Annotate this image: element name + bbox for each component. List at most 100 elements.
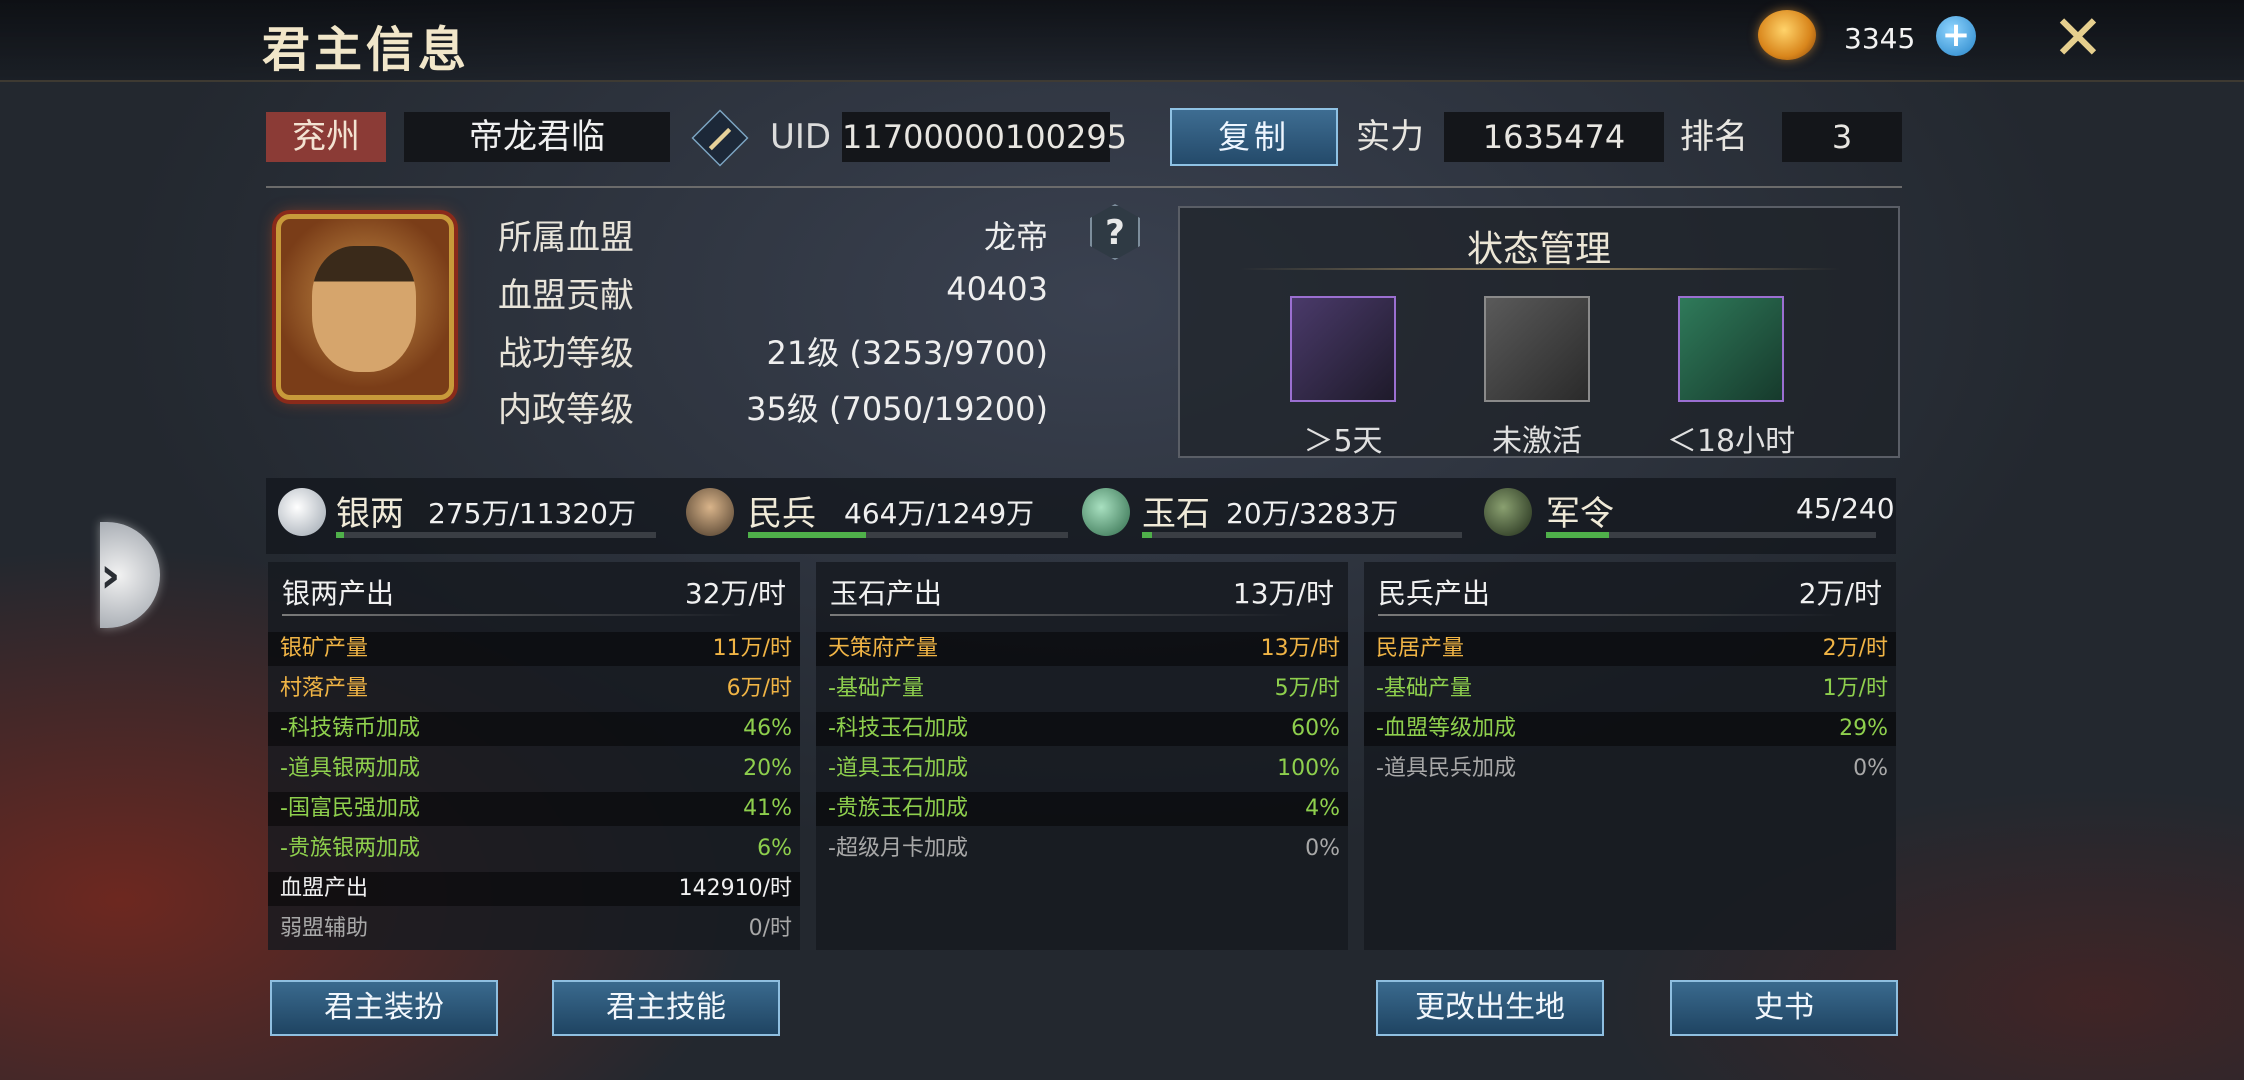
production-row-value: 4%	[1305, 796, 1340, 821]
production-row: -贵族玉石加成 4%	[816, 792, 1348, 826]
panel-divider	[282, 614, 742, 616]
change-birthplace-button[interactable]: 更改出生地	[1376, 980, 1604, 1036]
production-row-label: -道具银两加成	[280, 756, 420, 781]
close-button[interactable]: ✕	[2050, 7, 2106, 69]
alliance-label: 所属血盟	[498, 218, 634, 258]
power-label: 实力	[1356, 117, 1424, 157]
resource-bar: 银两 275万/11320万 民兵 464万/1249万 玉石 20万/3283…	[266, 478, 1896, 554]
jade-progress	[1142, 532, 1462, 538]
production-row: -科技玉石加成 60%	[816, 712, 1348, 746]
production-row-label: -科技玉石加成	[828, 716, 968, 741]
seal-scroll-icon[interactable]	[1484, 296, 1590, 402]
jade-production-panel: 玉石产出 13万/时 天策府产量 13万/时 -基础产量 5万/时 -科技玉石加成 60%…	[816, 562, 1348, 950]
militia-icon	[686, 488, 734, 536]
production-row-value: 5万/时	[1274, 676, 1340, 701]
power-value: 1635474	[1444, 112, 1664, 162]
silver-label: 银两	[336, 494, 404, 534]
merit-level-label: 战功等级	[498, 334, 634, 374]
production-row: -超级月卡加成 0%	[816, 832, 1348, 866]
history-book-button[interactable]: 史书	[1670, 980, 1898, 1036]
production-row: -基础产量 5万/时	[816, 672, 1348, 706]
help-icon[interactable]: ?	[1090, 204, 1140, 260]
production-row: 银矿产量 11万/时	[268, 632, 800, 666]
production-row-value: 13万/时	[1260, 636, 1340, 661]
lord-portrait-icon	[312, 246, 416, 372]
production-row-value: 0%	[1305, 836, 1340, 861]
panel-title: 民兵产出	[1378, 577, 1491, 610]
chevron-right-icon: ›	[100, 546, 121, 604]
production-row: -科技铸币加成 46%	[268, 712, 800, 746]
panel-total: 32万/时	[684, 577, 786, 610]
production-row: -基础产量 1万/时	[1364, 672, 1896, 706]
production-row-value: 1万/时	[1822, 676, 1888, 701]
production-row-value: 2万/时	[1822, 636, 1888, 661]
production-row-label: -贵族玉石加成	[828, 796, 968, 821]
silver-icon	[278, 488, 326, 536]
production-row: 血盟产出 142910/时	[268, 872, 800, 906]
silver-value: 275万/11320万	[428, 497, 636, 530]
production-row: -国富民强加成 41%	[268, 792, 800, 826]
uid-label: UID	[770, 117, 832, 157]
production-row: -道具银两加成 20%	[268, 752, 800, 786]
jade-progress-fill	[1142, 532, 1152, 538]
status-panel: 状态管理 ＞5天 未激活 ＜18小时	[1178, 206, 1900, 459]
alliance-contribution-label: 血盟贡献	[498, 276, 634, 316]
edit-name-icon[interactable]	[691, 109, 749, 167]
silver-production-panel: 银两产出 32万/时 银矿产量 11万/时 村落产量 6万/时 -科技铸币加成 46% -道…	[268, 562, 800, 950]
production-row-label: -道具民兵加成	[1376, 756, 1516, 781]
lord-name: 帝龙君临	[404, 112, 670, 162]
production-row: -道具玉石加成 100%	[816, 752, 1348, 786]
command-token-progress	[1546, 532, 1876, 538]
production-row: 民居产量 2万/时	[1364, 632, 1896, 666]
lord-skills-button[interactable]: 君主技能	[552, 980, 780, 1036]
production-row-value: 100%	[1277, 756, 1340, 781]
production-row-value: 11万/时	[712, 636, 792, 661]
jade-pickaxe-icon[interactable]	[1678, 296, 1784, 402]
production-row-value: 60%	[1291, 716, 1340, 741]
production-row: -贵族银两加成 6%	[268, 832, 800, 866]
jade-icon	[1082, 488, 1130, 536]
production-row-value: 46%	[743, 716, 792, 741]
lord-outfit-button[interactable]: 君主装扮	[270, 980, 498, 1036]
militia-value: 464万/1249万	[844, 497, 1035, 530]
production-row-label: 血盟产出	[280, 876, 369, 901]
add-gold-button[interactable]: +	[1936, 16, 1976, 56]
jade-value: 20万/3283万	[1226, 497, 1399, 530]
production-row-label: 银矿产量	[280, 636, 369, 661]
production-row: -道具民兵加成 0%	[1364, 752, 1896, 786]
production-row: -血盟等级加成 29%	[1364, 712, 1896, 746]
gold-amount: 3345	[1844, 22, 1916, 55]
command-token-label: 军令	[1546, 494, 1614, 534]
panel-total: 13万/时	[1232, 577, 1334, 610]
expand-side-tab[interactable]: ›	[100, 522, 160, 628]
production-row: 村落产量 6万/时	[268, 672, 800, 706]
militia-progress	[748, 532, 1068, 538]
gold-ingot-icon	[1758, 10, 1816, 60]
militia-progress-fill	[748, 532, 867, 538]
production-row: 天策府产量 13万/时	[816, 632, 1348, 666]
avatar[interactable]	[256, 196, 474, 404]
status-text-3: ＜18小时	[1666, 424, 1796, 459]
panel-divider	[1378, 614, 1838, 616]
uid-value: 11700000100295	[842, 112, 1127, 162]
command-token-value: 45/240	[1796, 492, 1895, 525]
production-row-value: 0/时	[748, 916, 792, 941]
domestic-level-label: 内政等级	[498, 390, 634, 430]
production-row-label: -血盟等级加成	[1376, 716, 1516, 741]
command-token-icon	[1484, 488, 1532, 536]
pickaxe-icon[interactable]	[1290, 296, 1396, 402]
militia-production-panel: 民兵产出 2万/时 民居产量 2万/时 -基础产量 1万/时 -血盟等级加成 29% -道具…	[1364, 562, 1896, 950]
status-text-1: ＞5天	[1303, 424, 1383, 459]
militia-label: 民兵	[748, 494, 816, 534]
production-row-label: 天策府产量	[828, 636, 939, 661]
production-row-label: -基础产量	[1376, 676, 1472, 701]
alliance-contribution-value: 40403	[946, 270, 1048, 308]
production-row-value: 0%	[1853, 756, 1888, 781]
production-row-label: -道具玉石加成	[828, 756, 968, 781]
production-row-label: -超级月卡加成	[828, 836, 968, 861]
copy-uid-button[interactable]: 复制	[1170, 108, 1338, 166]
rank-label: 排名	[1680, 117, 1748, 157]
production-row-value: 41%	[743, 796, 792, 821]
domestic-level-value: 35级 (7050/19200)	[746, 390, 1048, 428]
merit-level-value: 21级 (3253/9700)	[766, 334, 1048, 372]
